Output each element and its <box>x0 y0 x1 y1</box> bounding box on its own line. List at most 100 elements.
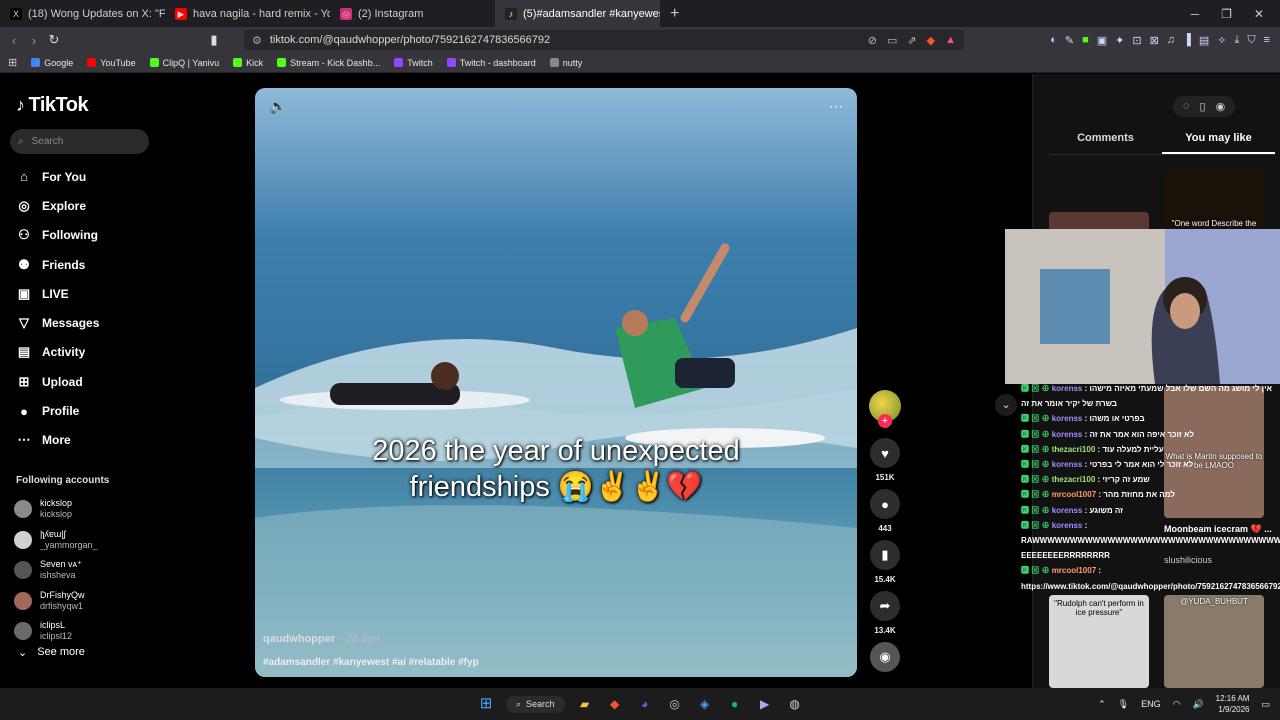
steam-icon[interactable]: ◍ <box>785 694 805 714</box>
post-hashtags[interactable]: #adamsandler #kanyewest #ai #relatable #… <box>263 657 479 668</box>
bookmark-item[interactable]: Stream - Kick Dashb... <box>277 58 380 68</box>
share-action[interactable]: ➦ 13.4K <box>867 591 903 635</box>
follow-plus-icon[interactable]: + <box>878 414 892 428</box>
bookmark-icon[interactable]: ▮ <box>870 540 900 570</box>
brave-icon[interactable]: ◆ <box>605 694 625 714</box>
scroll-down-chevron-icon[interactable]: ⌄ <box>995 394 1017 416</box>
browser-tab[interactable]: ▶ hava nagila - hard remix - YouTube <box>165 0 330 27</box>
browser-tab[interactable]: X (18) Wong Updates on X: "First look <box>0 0 165 27</box>
bookmark-item[interactable]: Kick <box>233 58 263 68</box>
bookmark-item[interactable]: nutty <box>549 58 582 68</box>
see-more-button[interactable]: ⌄ See more <box>18 646 85 659</box>
sidebar-item-explore[interactable]: ◎ Explore <box>16 191 99 220</box>
restore-icon[interactable]: ❐ <box>1221 7 1232 21</box>
save-action[interactable]: ▮ 15.4K <box>867 540 903 584</box>
compass-small-icon[interactable]: ◌ <box>1183 100 1190 113</box>
language-indicator[interactable]: ENG <box>1141 699 1161 709</box>
sidebar-item-live[interactable]: ▣ LIVE <box>16 279 99 308</box>
reload-icon[interactable]: ↻ <box>44 32 64 48</box>
sidebar-item-profile[interactable]: ● Profile <box>16 396 99 425</box>
vpn-icon[interactable]: ⛉ <box>1247 34 1255 47</box>
menu-icon[interactable]: ≡ <box>1264 34 1270 47</box>
phone-icon[interactable]: ▯ <box>1200 100 1206 113</box>
extension-icon[interactable]: ■ <box>1082 34 1089 47</box>
url-field[interactable]: ⚙ tiktok.com/@qaudwhopper/photo/75921627… <box>244 30 964 50</box>
extension-icon[interactable]: ✎ <box>1065 34 1074 47</box>
extensions-puzzle-icon[interactable]: ✦ <box>1115 34 1124 47</box>
browser-tab[interactable]: ◎ (2) Instagram <box>330 0 495 27</box>
bookmark-item[interactable]: Google <box>31 58 73 68</box>
following-account[interactable]: Seven ᴠᴀ⁺ ishsheva <box>14 555 98 586</box>
speaker-icon[interactable]: 🔊 <box>1192 699 1203 710</box>
wallet-icon[interactable]: ▤ <box>1199 34 1209 47</box>
recommendation-thumb[interactable]: "Rudolph can't perform in ice pressure" <box>1049 595 1149 688</box>
post-author[interactable]: qaudwhopper · 2d ago <box>263 633 379 645</box>
wifi-icon[interactable]: ◠ <box>1173 699 1181 710</box>
user-avatar-icon[interactable]: ◉ <box>1216 100 1226 113</box>
close-window-icon[interactable]: ✕ <box>1254 7 1264 21</box>
sidebar-item-for-you[interactable]: ⌂ For You <box>16 162 99 191</box>
extension-icon[interactable]: ◐ <box>1050 34 1057 47</box>
recommendation-thumb[interactable]: "One word Describe the <box>1164 170 1264 232</box>
following-account[interactable]: DrFishyQw drfishyqw1 <box>14 586 98 617</box>
sidebar-toggle-icon[interactable]: ▐ <box>1183 34 1191 47</box>
bookmark-item[interactable]: YouTube <box>87 58 136 68</box>
media-icon[interactable]: ♫ <box>1167 34 1175 47</box>
app-icon[interactable]: ▶ <box>755 694 775 714</box>
app-icon[interactable]: ◈ <box>695 694 715 714</box>
comment-action[interactable]: ● 443 <box>867 489 903 533</box>
bookmark-item[interactable]: ClipQ | Yanivu <box>149 58 219 68</box>
sidebar-item-messages[interactable]: ▽ Messages <box>16 308 99 337</box>
music-disc-icon[interactable]: ◉ <box>870 642 900 672</box>
tray-chevron-icon[interactable]: ⌃ <box>1098 699 1106 710</box>
new-tab-button[interactable]: + <box>660 5 689 23</box>
following-account[interactable]: |ʅʎɐɯ|ʃ _yammorgan_ <box>14 525 98 556</box>
notifications-icon[interactable]: ▭ <box>1261 699 1270 710</box>
file-explorer-icon[interactable]: ▰ <box>575 694 595 714</box>
tiktok-logo[interactable]: ♪ TikTok <box>16 94 89 117</box>
tab-you-may-like[interactable]: You may like <box>1162 132 1275 154</box>
taskbar-search[interactable]: ⌕ Search <box>506 695 565 713</box>
photo-post[interactable]: 🔈 ⋯ 2026 the year of unexpected friendsh… <box>255 88 857 677</box>
leo-ai-icon[interactable]: ✧ <box>1217 34 1226 47</box>
tab-comments[interactable]: Comments <box>1049 132 1162 154</box>
share-icon[interactable]: ⇗ <box>907 34 916 47</box>
creator-avatar[interactable]: + <box>869 390 901 428</box>
apps-grid-icon[interactable]: ⊞ <box>8 56 17 69</box>
sidebar-item-friends[interactable]: ⚉ Friends <box>16 250 99 279</box>
downloads-icon[interactable]: ⤓ <box>1234 34 1239 47</box>
following-account[interactable]: iclipsL iclipsl12 <box>14 616 98 647</box>
sidebar-item-following[interactable]: ⚇ Following <box>16 221 99 250</box>
extension-icon[interactable]: ⊡ <box>1132 34 1141 47</box>
like-action[interactable]: ♥ 151K <box>867 438 903 482</box>
obs-icon[interactable]: ◎ <box>665 694 685 714</box>
brave-rewards-icon[interactable]: ▲ <box>945 34 956 47</box>
following-account[interactable]: kickslop kickslop <box>14 494 98 525</box>
bookmark-item[interactable]: Twitch <box>394 58 433 68</box>
comment-icon[interactable]: ● <box>870 489 900 519</box>
volume-icon[interactable]: 🔈 <box>269 98 286 118</box>
extension-icon[interactable]: ⊠ <box>1150 34 1159 47</box>
microphone-icon[interactable]: 🎙 <box>1118 699 1129 710</box>
mute-site-icon[interactable]: ⊘ <box>868 34 877 47</box>
site-info-icon[interactable]: ⚙ <box>252 34 262 47</box>
discord-icon[interactable]: ◕ <box>635 694 655 714</box>
share-arrow-icon[interactable]: ➦ <box>870 591 900 621</box>
brave-shield-icon[interactable]: ◆ <box>927 34 935 47</box>
extension-icon[interactable]: ▣ <box>1097 34 1107 47</box>
back-icon[interactable]: ‹ <box>4 33 24 48</box>
search-input[interactable]: ⌕ Search <box>10 129 149 154</box>
cast-icon[interactable]: ▭ <box>887 34 897 47</box>
recommendation-thumb[interactable]: @YUDA_BUHBUT <box>1164 595 1264 688</box>
sidebar-item-upload[interactable]: ⊞ Upload <box>16 367 99 396</box>
clock[interactable]: 12:16 AM 1/9/2026 <box>1216 693 1250 715</box>
windows-start-icon[interactable]: ⊞ <box>476 694 496 714</box>
more-options-icon[interactable]: ⋯ <box>829 98 843 118</box>
bookmark-page-icon[interactable]: ▮ <box>204 32 224 48</box>
forward-icon[interactable]: › <box>24 33 44 48</box>
browser-tab[interactable]: ♪(5)#adamsandler #kanyewest✕ <box>495 0 660 27</box>
sidebar-item-activity[interactable]: ▤ Activity <box>16 338 99 367</box>
minimize-icon[interactable]: ─ <box>1191 7 1200 21</box>
bookmark-item[interactable]: Twitch - dashboard <box>446 58 536 68</box>
heart-icon[interactable]: ♥ <box>870 438 900 468</box>
